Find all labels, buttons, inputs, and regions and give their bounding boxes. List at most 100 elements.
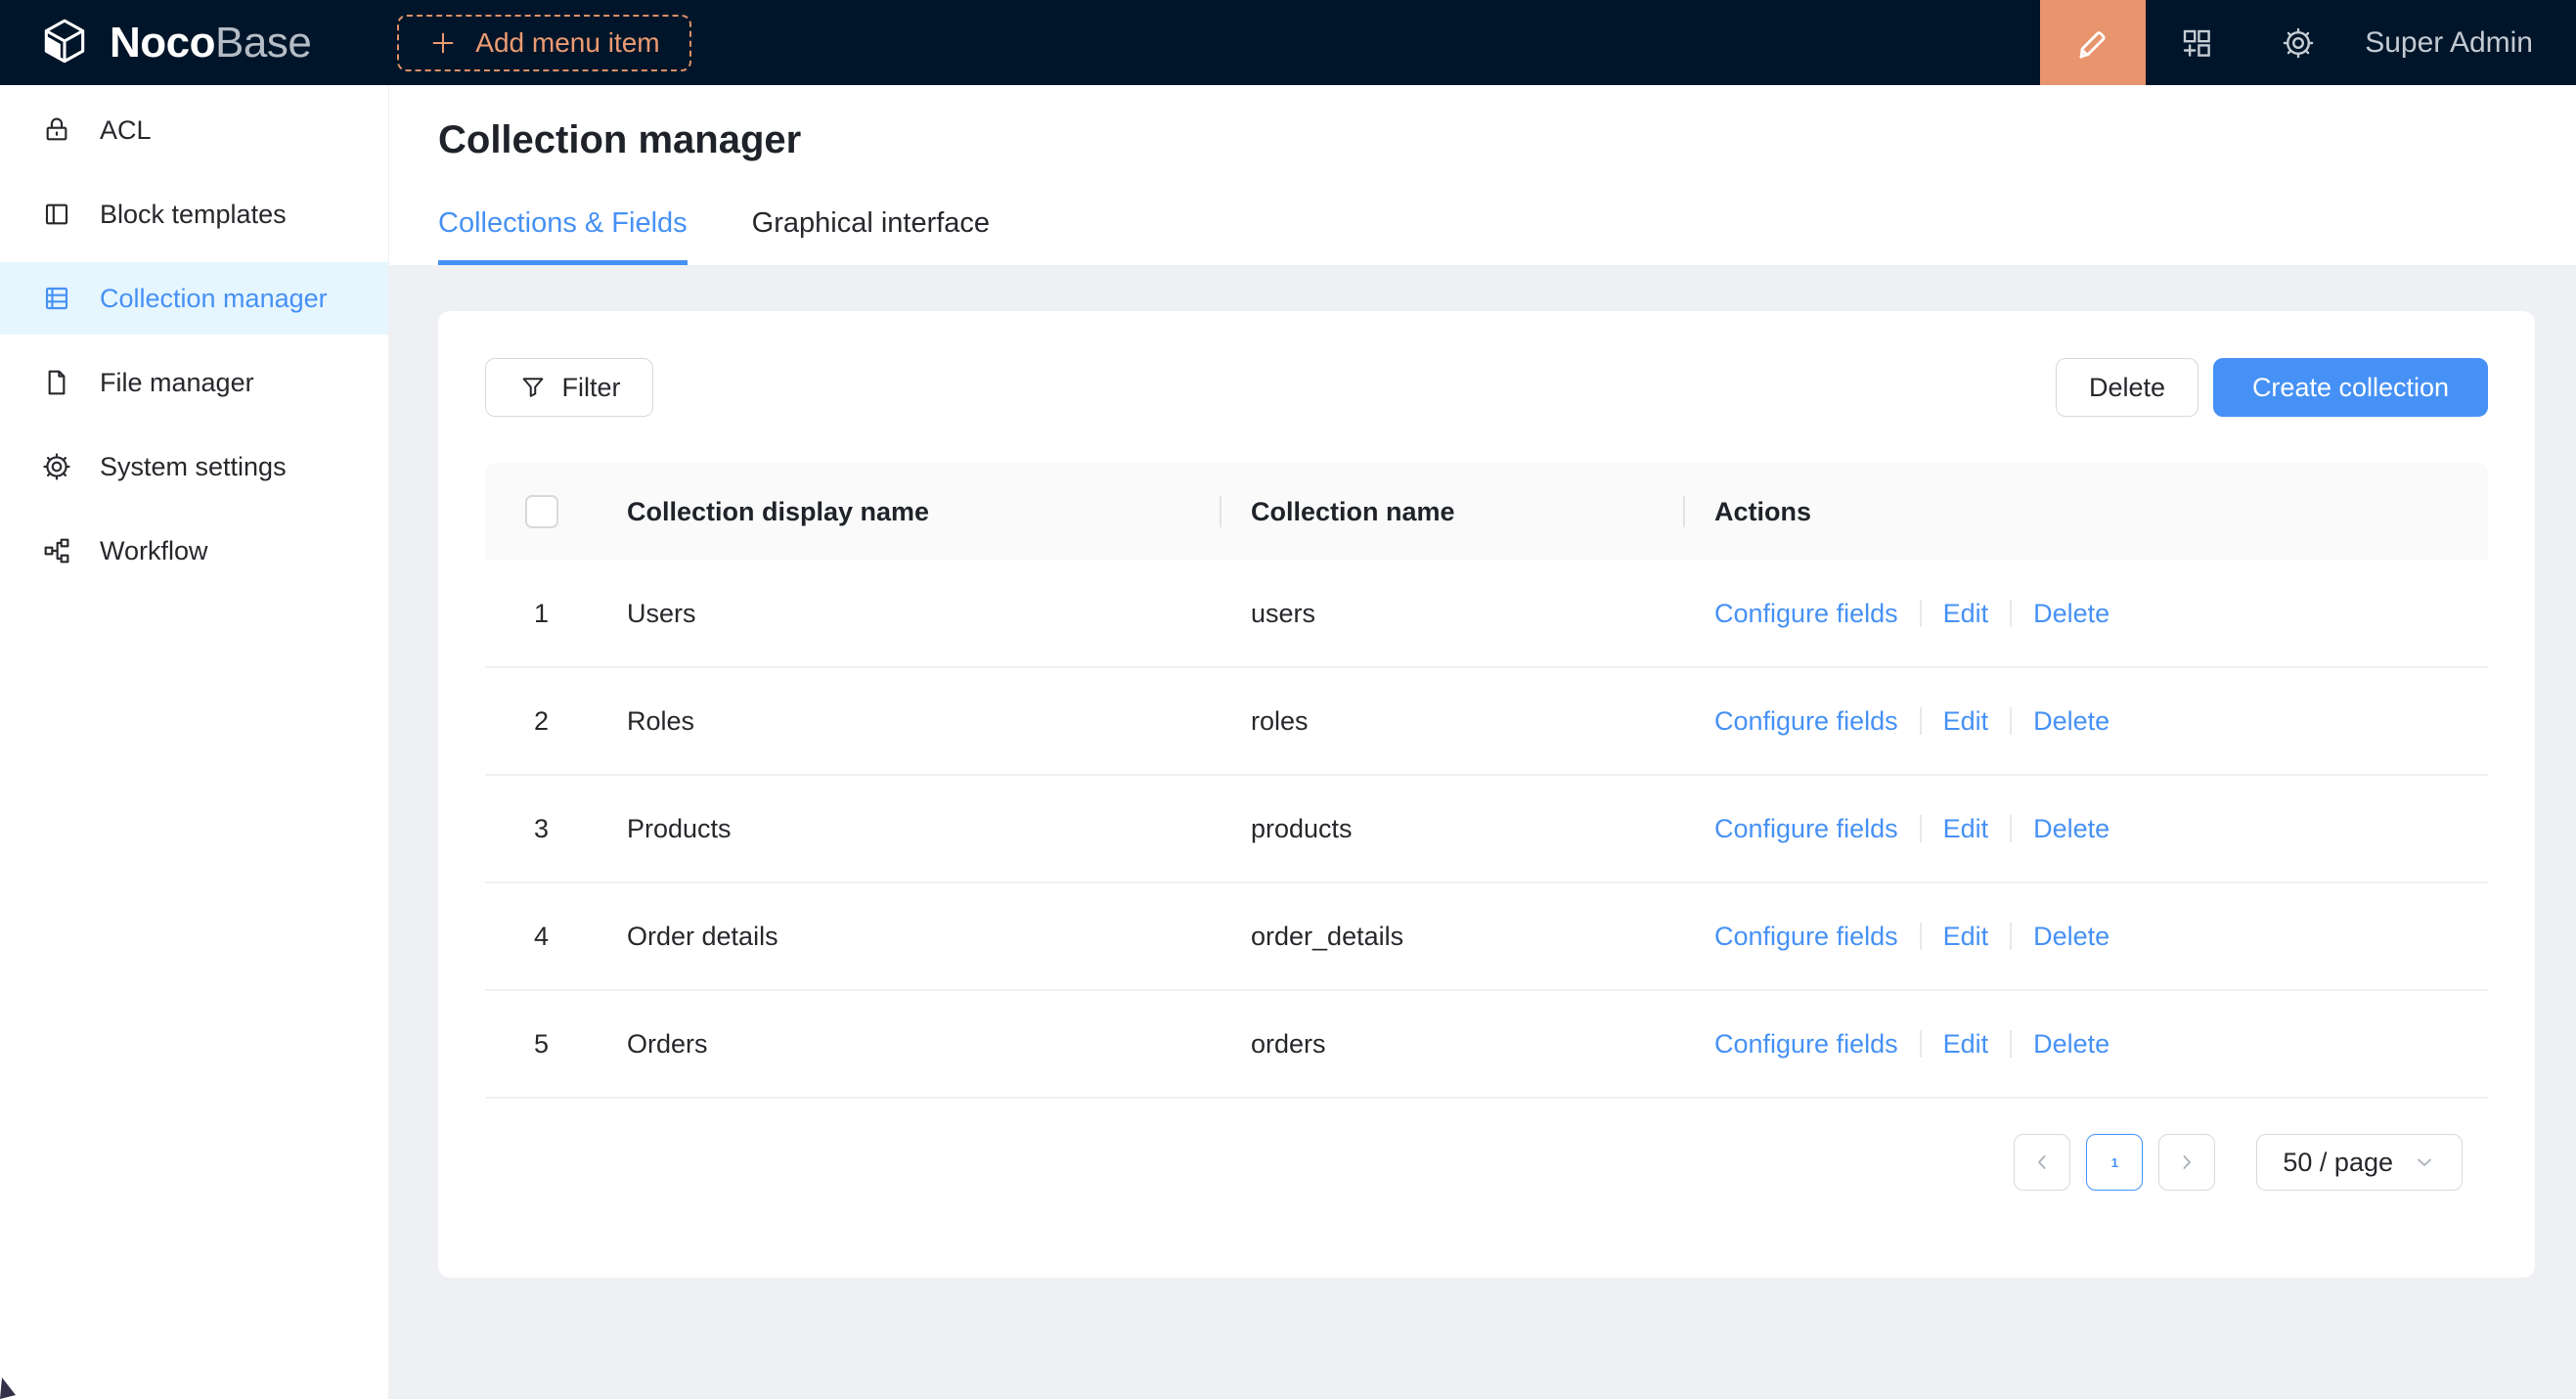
column-header-name: Collection name xyxy=(1221,497,1685,527)
file-icon xyxy=(41,367,72,398)
select-all-checkbox[interactable] xyxy=(525,495,558,528)
cell-name: orders xyxy=(1221,1029,1685,1060)
cell-display-name: Order details xyxy=(598,922,1221,952)
chevron-down-icon xyxy=(2413,1151,2436,1174)
logo-text: NocoBase xyxy=(110,19,311,68)
app-root: NocoBase Add menu item xyxy=(0,0,2576,1399)
cell-name: products xyxy=(1221,814,1685,844)
gear-icon xyxy=(2281,25,2316,61)
user-menu[interactable]: Super Admin xyxy=(2349,0,2576,85)
toolbar-right: Delete Create collection xyxy=(2056,358,2488,417)
edit-link[interactable]: Edit xyxy=(1943,922,1989,952)
mouse-cursor-artifact xyxy=(0,1360,25,1399)
edit-link[interactable]: Edit xyxy=(1943,599,1989,629)
sidebar-item-label: Collection manager xyxy=(100,284,328,314)
toolbar: Filter Delete Create collection xyxy=(485,358,2488,417)
delete-link[interactable]: Delete xyxy=(2033,1029,2110,1060)
sidebar-item-system-settings[interactable]: System settings xyxy=(0,430,388,503)
page-size-value: 50 / page xyxy=(2283,1148,2393,1178)
action-divider xyxy=(2010,1030,2012,1058)
row-actions: Configure fields Edit Delete xyxy=(1685,922,2488,952)
lock-icon xyxy=(41,114,72,146)
sidebar-item-block-templates[interactable]: Block templates xyxy=(0,178,388,250)
action-divider xyxy=(1920,707,1922,735)
edit-link[interactable]: Edit xyxy=(1943,706,1989,737)
delete-link[interactable]: Delete xyxy=(2033,706,2110,737)
cell-name: order_details xyxy=(1221,922,1685,952)
cell-display-name: Orders xyxy=(598,1029,1221,1060)
cell-display-name: Roles xyxy=(598,706,1221,737)
row-actions: Configure fields Edit Delete xyxy=(1685,706,2488,737)
page-header-section: Collection manager Collections & Fields … xyxy=(389,85,2576,265)
next-page-button[interactable] xyxy=(2158,1134,2215,1191)
sidebar-item-label: System settings xyxy=(100,452,287,482)
plugin-squares-icon xyxy=(2179,25,2214,61)
table-row: 1 Users users Configure fields Edit Dele… xyxy=(485,561,2488,668)
plugin-manager-button[interactable] xyxy=(2146,0,2247,85)
layout-icon xyxy=(41,199,72,230)
sidebar-item-file-manager[interactable]: File manager xyxy=(0,346,388,419)
row-actions: Configure fields Edit Delete xyxy=(1685,599,2488,629)
table-body: 1 Users users Configure fields Edit Dele… xyxy=(485,561,2488,1099)
row-index: 2 xyxy=(485,706,598,737)
workflow-icon xyxy=(41,535,72,566)
create-collection-button[interactable]: Create collection xyxy=(2213,358,2488,417)
tab-graphical-interface[interactable]: Graphical interface xyxy=(752,207,990,265)
table-row: 3 Products products Configure fields Edi… xyxy=(485,776,2488,883)
sidebar-item-label: File manager xyxy=(100,368,254,398)
configure-fields-link[interactable]: Configure fields xyxy=(1714,922,1898,952)
sidebar-item-workflow[interactable]: Workflow xyxy=(0,515,388,587)
highlighter-icon xyxy=(2073,23,2112,63)
configure-fields-link[interactable]: Configure fields xyxy=(1714,1029,1898,1060)
cell-display-name: Users xyxy=(598,599,1221,629)
sidebar-item-collection-manager[interactable]: Collection manager xyxy=(0,262,388,335)
select-all-cell xyxy=(485,495,598,528)
action-divider xyxy=(1920,600,1922,627)
funnel-icon xyxy=(518,373,548,402)
tab-collections-and-fields[interactable]: Collections & Fields xyxy=(438,207,688,265)
edit-link[interactable]: Edit xyxy=(1943,814,1989,844)
table-row: 4 Order details order_details Configure … xyxy=(485,883,2488,991)
row-index: 3 xyxy=(485,814,598,844)
action-divider xyxy=(1920,815,1922,842)
previous-page-button[interactable] xyxy=(2014,1134,2070,1191)
ui-editor-button[interactable] xyxy=(2040,0,2146,85)
logo-text-secondary: Base xyxy=(215,19,311,67)
sidebar-item-label: Block templates xyxy=(100,200,287,230)
row-actions: Configure fields Edit Delete xyxy=(1685,814,2488,844)
collections-card: Filter Delete Create collection Collecti… xyxy=(438,311,2535,1278)
action-divider xyxy=(2010,815,2012,842)
page-size-select[interactable]: 50 / page xyxy=(2256,1134,2463,1191)
plus-icon xyxy=(428,28,458,58)
cell-name: users xyxy=(1221,599,1685,629)
row-index: 4 xyxy=(485,922,598,952)
system-settings-button[interactable] xyxy=(2247,0,2349,85)
row-actions: Configure fields Edit Delete xyxy=(1685,1029,2488,1060)
configure-fields-link[interactable]: Configure fields xyxy=(1714,706,1898,737)
table-row: 5 Orders orders Configure fields Edit De… xyxy=(485,991,2488,1099)
collection-table-icon xyxy=(41,283,72,314)
page-number-button[interactable]: 1 xyxy=(2086,1134,2143,1191)
table-header-row: Collection display name Collection name … xyxy=(485,463,2488,561)
filter-label: Filter xyxy=(562,373,621,403)
edit-link[interactable]: Edit xyxy=(1943,1029,1989,1060)
filter-button[interactable]: Filter xyxy=(485,358,653,417)
cell-name: roles xyxy=(1221,706,1685,737)
configure-fields-link[interactable]: Configure fields xyxy=(1714,599,1898,629)
delete-link[interactable]: Delete xyxy=(2033,814,2110,844)
delete-link[interactable]: Delete xyxy=(2033,599,2110,629)
sidebar-item-acl[interactable]: ACL xyxy=(0,94,388,166)
configure-fields-link[interactable]: Configure fields xyxy=(1714,814,1898,844)
chevron-left-icon xyxy=(2030,1151,2054,1174)
page-title: Collection manager xyxy=(438,118,2576,162)
logo-text-primary: Noco xyxy=(110,19,215,67)
column-header-display-name: Collection display name xyxy=(598,497,1221,527)
add-menu-item-button[interactable]: Add menu item xyxy=(397,15,690,71)
action-divider xyxy=(2010,923,2012,950)
cube-logo-icon xyxy=(37,16,92,70)
delete-link[interactable]: Delete xyxy=(2033,922,2110,952)
table-row: 2 Roles roles Configure fields Edit Dele… xyxy=(485,668,2488,776)
row-index: 5 xyxy=(485,1029,598,1060)
action-divider xyxy=(1920,923,1922,950)
bulk-delete-button[interactable]: Delete xyxy=(2056,358,2198,417)
